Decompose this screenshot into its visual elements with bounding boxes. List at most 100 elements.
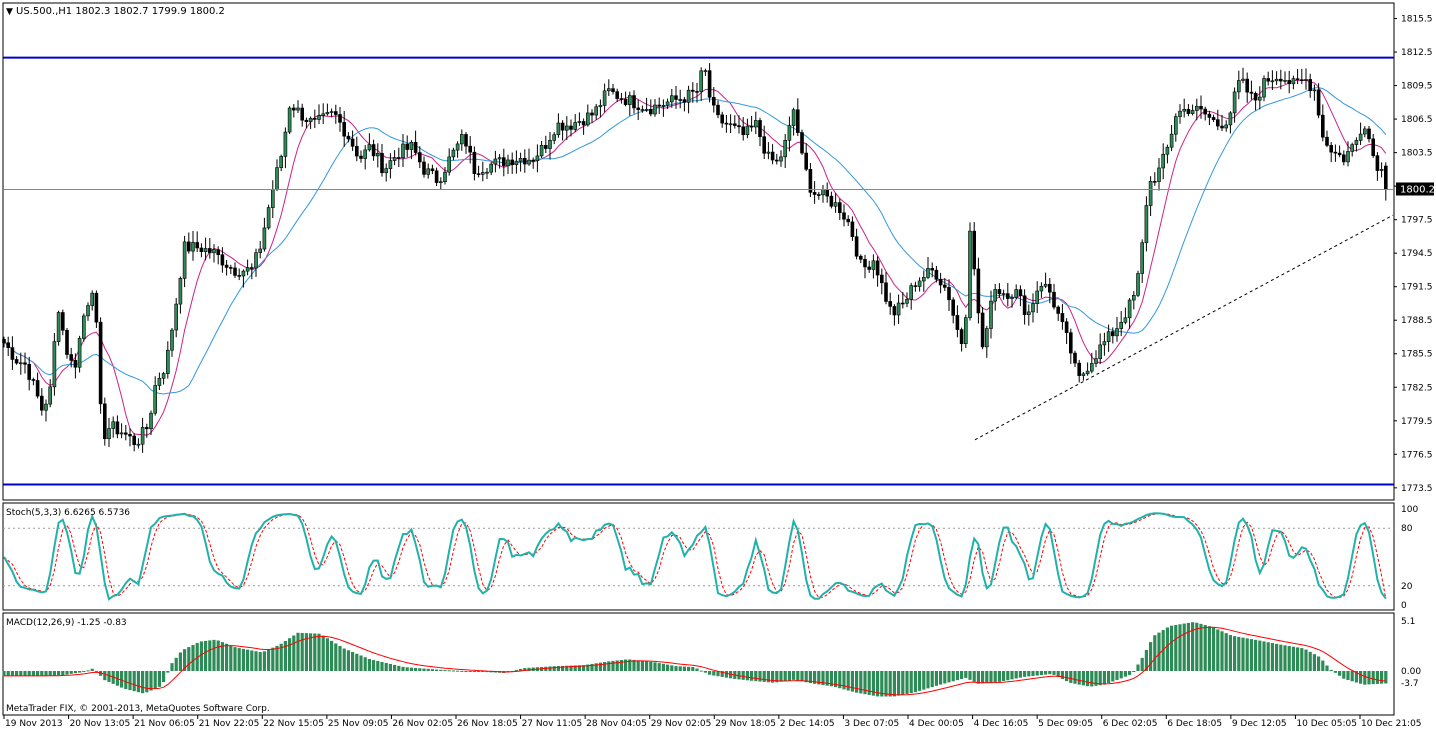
- time-tick-label: 21 Nov 22:05: [199, 719, 260, 729]
- candle-body: [119, 432, 124, 435]
- candle-body: [728, 123, 733, 126]
- candle-body: [749, 125, 754, 128]
- macd-bar: [1279, 644, 1283, 671]
- candle-body: [1274, 78, 1279, 82]
- candle-body: [653, 104, 657, 115]
- candle-body: [657, 104, 662, 107]
- macd-bar: [229, 645, 233, 671]
- candle-body: [968, 230, 972, 318]
- candle-body: [1253, 92, 1258, 101]
- candle-body: [405, 143, 410, 150]
- macd-bar: [1006, 671, 1010, 681]
- macd-bar: [1275, 643, 1279, 671]
- macd-bar: [985, 671, 989, 683]
- candle-body: [229, 267, 233, 269]
- macd-bar: [993, 671, 997, 683]
- macd-bar: [401, 666, 405, 671]
- macd-bar: [892, 671, 896, 697]
- macd-bar: [1186, 622, 1190, 671]
- macd-bar: [1132, 671, 1136, 672]
- time-tick-label: 4 Dec 00:05: [909, 719, 964, 729]
- candle-body: [245, 267, 250, 272]
- candle-body: [1186, 109, 1191, 114]
- candle-body: [934, 269, 939, 280]
- candle-body: [111, 421, 115, 429]
- time-tick-label: 25 Nov 09:05: [328, 719, 389, 729]
- candle-body: [1123, 317, 1128, 323]
- macd-bar: [783, 671, 787, 682]
- macd-bar: [1182, 623, 1186, 671]
- header-symbol-icon[interactable]: ▼: [6, 7, 13, 17]
- macd-bar: [607, 661, 611, 671]
- macd-bar: [212, 639, 216, 671]
- candle-body: [871, 260, 876, 270]
- time-tick-label: 6 Dec 02:05: [1103, 719, 1158, 729]
- candle-body: [1190, 110, 1195, 114]
- candle-body: [287, 107, 292, 133]
- macd-bar: [1342, 671, 1346, 679]
- macd-bar: [1375, 671, 1379, 684]
- candle-body: [237, 275, 241, 277]
- candle-body: [1178, 110, 1182, 117]
- candle-body: [1241, 78, 1245, 81]
- candle-body: [905, 298, 909, 304]
- macd-bar: [359, 655, 363, 671]
- candle-body: [166, 349, 170, 374]
- candle-body: [669, 95, 674, 103]
- candle-body: [1203, 108, 1207, 115]
- macd-bar: [447, 670, 451, 672]
- candle-body: [959, 329, 964, 345]
- macd-bar: [1203, 625, 1207, 671]
- candle-body: [758, 120, 762, 137]
- macd-bar: [27, 671, 31, 676]
- macd-bar: [141, 671, 145, 694]
- candle-body: [115, 421, 120, 435]
- macd-bar: [703, 671, 707, 673]
- candle-body: [438, 181, 443, 184]
- trading-chart[interactable]: 1815.51812.51809.51806.51803.51800.51797…: [0, 0, 1436, 733]
- candle-body: [480, 172, 485, 175]
- macd-bar: [199, 641, 203, 671]
- macd-bar: [1065, 671, 1069, 682]
- candle-body: [581, 121, 586, 126]
- candle-body: [464, 134, 468, 147]
- stoch-tick-label: 0: [1401, 601, 1407, 611]
- candle-body: [1249, 91, 1254, 94]
- candle-body: [674, 95, 678, 100]
- macd-bar: [674, 666, 678, 671]
- candle-body: [23, 362, 27, 365]
- candle-body: [1056, 306, 1060, 314]
- candle-body: [489, 163, 494, 173]
- macd-bar: [787, 671, 791, 681]
- candle-body: [73, 360, 78, 368]
- macd-bar: [90, 668, 94, 671]
- candle-body: [737, 125, 741, 128]
- time-tick-label: 28 Nov 04:05: [586, 719, 647, 729]
- candle-body: [518, 158, 523, 162]
- price-tick-label: 1812.5: [1401, 48, 1433, 58]
- macd-bar: [351, 652, 355, 671]
- candle-body: [367, 144, 372, 151]
- candle-body: [963, 317, 968, 345]
- macd-bar: [283, 641, 287, 671]
- candle-body: [947, 287, 951, 301]
- macd-bar: [880, 671, 884, 697]
- candle-body: [1312, 89, 1317, 92]
- candle-body: [598, 105, 603, 108]
- candle-body: [522, 158, 527, 165]
- macd-bar: [1039, 671, 1043, 676]
- candle-body: [317, 115, 321, 120]
- candle-body: [1010, 296, 1014, 299]
- candle-body: [1077, 362, 1081, 376]
- candle-body: [426, 168, 431, 175]
- time-tick-label: 27 Nov 11:05: [522, 719, 583, 729]
- macd-bar: [670, 665, 674, 671]
- macd-bar: [342, 648, 346, 671]
- macd-bar: [136, 671, 140, 693]
- candle-body: [1119, 322, 1123, 329]
- macd-bar: [649, 661, 653, 671]
- macd-bar: [1300, 648, 1304, 671]
- macd-bar: [708, 671, 712, 675]
- candle-body: [187, 241, 191, 252]
- candle-body: [145, 427, 149, 430]
